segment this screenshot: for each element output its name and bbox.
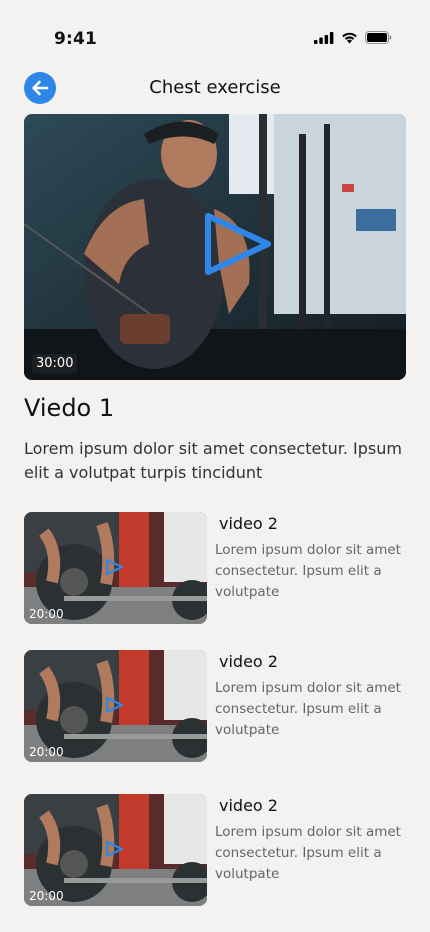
wifi-icon: [342, 32, 357, 43]
video-title: Viedo 1: [24, 394, 115, 422]
status-bar: 9:41: [0, 0, 430, 56]
video-item-title: video 2: [219, 796, 278, 815]
video-thumbnail: 20:00: [24, 794, 207, 906]
play-icon: [105, 840, 124, 858]
main-video-duration: 30:00: [32, 354, 78, 373]
screen: 9:41 Chest exercise 30:00 Viedo 1 Lorem …: [0, 0, 430, 932]
video-description: Lorem ipsum dolor sit amet consectetur. …: [24, 439, 402, 482]
video-duration: 20:00: [29, 745, 64, 759]
header: Chest exercise: [0, 70, 430, 106]
video-item-description: Lorem ipsum dolor sit amet consectetur. …: [215, 824, 401, 882]
video-item-description: Lorem ipsum dolor sit amet consectetur. …: [215, 680, 401, 738]
video-thumbnail: 20:00: [24, 512, 207, 624]
play-icon: [205, 213, 271, 275]
cellular-signal-icon: [314, 31, 334, 44]
play-icon: [105, 696, 124, 714]
status-time: 9:41: [54, 29, 98, 49]
status-icons: [314, 31, 392, 44]
video-duration: 20:00: [29, 889, 64, 903]
battery-icon: [365, 31, 392, 44]
video-list-item[interactable]: 20:00 video 2 Lorem ipsum dolor sit amet…: [24, 650, 414, 762]
video-item-title: video 2: [219, 514, 278, 533]
video-duration: 20:00: [29, 607, 64, 621]
page-title: Chest exercise: [149, 77, 281, 98]
video-thumbnail: 20:00: [24, 650, 207, 762]
video-list-item[interactable]: 20:00 video 2 Lorem ipsum dolor sit amet…: [24, 512, 414, 624]
video-item-title: video 2: [219, 652, 278, 671]
video-list-item[interactable]: 20:00 video 2 Lorem ipsum dolor sit amet…: [24, 794, 414, 906]
video-item-description: Lorem ipsum dolor sit amet consectetur. …: [215, 542, 401, 600]
play-icon: [105, 558, 124, 576]
main-video-player[interactable]: 30:00: [24, 114, 406, 380]
